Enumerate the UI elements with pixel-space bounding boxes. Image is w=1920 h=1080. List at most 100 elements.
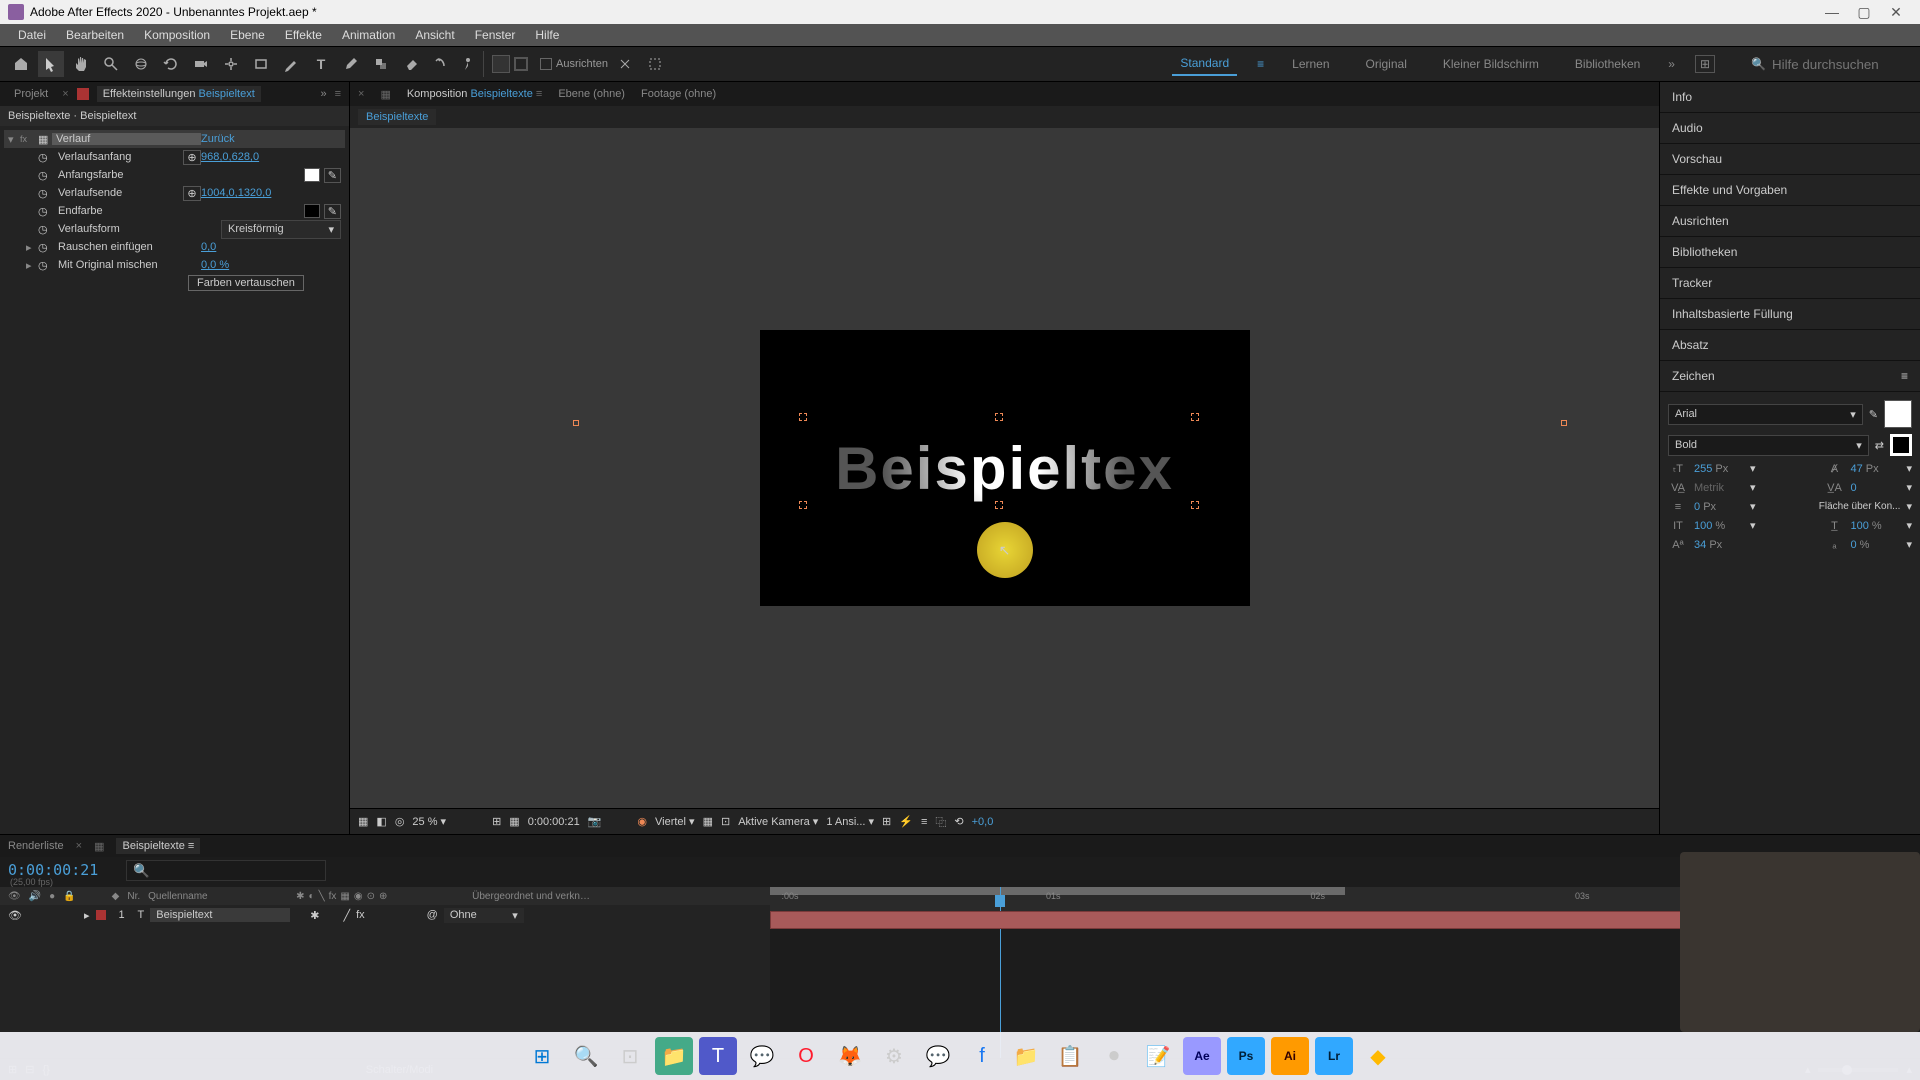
- stopwatch-icon[interactable]: ◷: [38, 187, 54, 200]
- rotate-tool[interactable]: [158, 51, 184, 77]
- pixel-aspect-icon[interactable]: ⊞: [882, 815, 891, 828]
- font-weight-dropdown[interactable]: Bold▾: [1668, 435, 1869, 456]
- stopwatch-icon[interactable]: ◷: [38, 205, 54, 218]
- switch-icon[interactable]: ✱: [296, 891, 304, 902]
- panel-vorschau[interactable]: Vorschau: [1660, 144, 1920, 175]
- switch-icon[interactable]: ⊙: [367, 891, 375, 902]
- tracking-value[interactable]: 0: [1850, 482, 1900, 494]
- vscale-value[interactable]: 100 %: [1694, 520, 1744, 532]
- alpha-icon[interactable]: ▦: [358, 815, 368, 828]
- verlaufsende-value[interactable]: 1004,0,1320,0: [201, 187, 341, 199]
- photoshop-icon[interactable]: Ps: [1227, 1037, 1265, 1075]
- views-dropdown[interactable]: 1 Ansi... ▾: [826, 815, 874, 828]
- tab-projekt[interactable]: Projekt: [8, 86, 54, 102]
- fast-preview-icon[interactable]: ⚡: [899, 815, 913, 828]
- lock-col-icon[interactable]: 🔒: [63, 891, 75, 902]
- selection-handle[interactable]: [1191, 413, 1199, 421]
- illustrator-icon[interactable]: Ai: [1271, 1037, 1309, 1075]
- grid-icon[interactable]: ▦: [509, 815, 519, 828]
- eraser-tool[interactable]: [398, 51, 424, 77]
- stopwatch-icon[interactable]: ◷: [38, 223, 54, 236]
- panel-absatz[interactable]: Absatz: [1660, 330, 1920, 361]
- snapping-icon[interactable]: [612, 51, 638, 77]
- teams-icon[interactable]: T: [699, 1037, 737, 1075]
- layer-expand-icon[interactable]: ▸: [84, 909, 90, 922]
- mask-icon[interactable]: ◎: [395, 815, 405, 828]
- viewer-timecode[interactable]: 0:00:00:21: [528, 816, 580, 828]
- stopwatch-icon[interactable]: ◷: [38, 169, 54, 182]
- menu-effekte[interactable]: Effekte: [275, 28, 332, 42]
- pickwhip-icon[interactable]: @: [427, 909, 438, 921]
- fx-toggle-icon[interactable]: fx: [20, 134, 38, 144]
- switch-icon[interactable]: ▦: [340, 891, 349, 902]
- workspace-original[interactable]: Original: [1358, 53, 1415, 75]
- firefox-icon[interactable]: 🦊: [831, 1037, 869, 1075]
- selection-handle[interactable]: [995, 501, 1003, 509]
- selection-handle[interactable]: [799, 501, 807, 509]
- baseline-value[interactable]: 34 Px: [1694, 539, 1744, 551]
- stroke-color-swatch[interactable]: [1890, 434, 1912, 456]
- menu-fenster[interactable]: Fenster: [465, 28, 526, 42]
- tab-lock-icon[interactable]: ▦: [94, 840, 104, 853]
- close-button[interactable]: ✕: [1880, 4, 1912, 21]
- region-icon[interactable]: ⊡: [721, 815, 730, 828]
- fill-color-swatch[interactable]: [1884, 400, 1912, 428]
- obs-icon[interactable]: ⏺: [1095, 1037, 1133, 1075]
- workspace-reset-icon[interactable]: ⊞: [1695, 55, 1715, 73]
- panel-bibliotheken[interactable]: Bibliotheken: [1660, 237, 1920, 268]
- help-search-input[interactable]: [1772, 57, 1912, 72]
- kerning-value[interactable]: Metrik: [1694, 482, 1744, 494]
- panel-menu-icon[interactable]: ≡: [335, 88, 341, 100]
- menu-ebene[interactable]: Ebene: [220, 28, 275, 42]
- menu-hilfe[interactable]: Hilfe: [525, 28, 569, 42]
- expand-icon[interactable]: ▸: [26, 259, 38, 272]
- switch-icon[interactable]: ◐: [309, 891, 315, 902]
- maximize-button[interactable]: ▢: [1848, 4, 1880, 21]
- anchor-tool[interactable]: [218, 51, 244, 77]
- search-button[interactable]: 🔍: [567, 1037, 605, 1075]
- eyedropper-icon[interactable]: ✎: [324, 168, 341, 183]
- layer-switch[interactable]: ✱: [310, 909, 319, 922]
- parent-dropdown[interactable]: Ohne ▾: [444, 908, 524, 923]
- hand-tool[interactable]: [68, 51, 94, 77]
- visibility-col-icon[interactable]: 👁: [8, 891, 21, 902]
- collapse-icon[interactable]: ▾: [8, 133, 20, 146]
- facebook-icon[interactable]: f: [963, 1037, 1001, 1075]
- crosshair-icon[interactable]: ⊕: [183, 150, 201, 165]
- switch-icon[interactable]: fx: [329, 891, 337, 902]
- panel-audio[interactable]: Audio: [1660, 113, 1920, 144]
- switch-icon[interactable]: ⊕: [379, 891, 387, 902]
- layer-name[interactable]: Beispieltext: [150, 908, 290, 922]
- verlaufsanfang-value[interactable]: 968,0,628,0: [201, 151, 341, 163]
- snap-options-icon[interactable]: [642, 51, 668, 77]
- panel-inhaltsbasierte[interactable]: Inhaltsbasierte Füllung: [1660, 299, 1920, 330]
- start-button[interactable]: ⊞: [523, 1037, 561, 1075]
- tab-komposition[interactable]: Komposition Beispieltexte ≡: [407, 88, 542, 100]
- expand-icon[interactable]: ▸: [26, 241, 38, 254]
- rauschen-value[interactable]: 0,0: [201, 241, 341, 253]
- effect-header-row[interactable]: ▾ fx ▦ Verlauf Zurück: [4, 130, 345, 148]
- workspace-lernen[interactable]: Lernen: [1284, 53, 1337, 75]
- panel-effekte-vorgaben[interactable]: Effekte und Vorgaben: [1660, 175, 1920, 206]
- exposure-value[interactable]: +0,0: [972, 816, 994, 828]
- text-tool[interactable]: T: [308, 51, 334, 77]
- menu-ansicht[interactable]: Ansicht: [405, 28, 464, 42]
- audio-col-icon[interactable]: 🔊: [29, 891, 41, 902]
- task-view-button[interactable]: ⊡: [611, 1037, 649, 1075]
- anfangsfarbe-swatch[interactable]: [304, 168, 320, 182]
- zoom-tool[interactable]: [98, 51, 124, 77]
- tab-timeline-comp[interactable]: Beispieltexte ≡: [116, 838, 200, 854]
- orbit-tool[interactable]: [128, 51, 154, 77]
- endfarbe-swatch[interactable]: [304, 204, 320, 218]
- swap-colors-icon[interactable]: ⇄: [1875, 439, 1884, 452]
- stroke-option-dropdown[interactable]: Fläche über Kon...: [1819, 501, 1901, 512]
- selection-handle[interactable]: [995, 413, 1003, 421]
- tab-effekteinstellungen[interactable]: Effekteinstellungen Beispieltext: [97, 86, 261, 102]
- menu-bearbeiten[interactable]: Bearbeiten: [56, 28, 134, 42]
- opera-icon[interactable]: O: [787, 1037, 825, 1075]
- notepad-icon[interactable]: 📝: [1139, 1037, 1177, 1075]
- viewport[interactable]: Beispieltex ↖: [350, 128, 1659, 808]
- stopwatch-icon[interactable]: ◷: [38, 151, 54, 164]
- layer-label-color[interactable]: [96, 910, 106, 920]
- stroke-width-value[interactable]: 0 Px: [1694, 501, 1744, 513]
